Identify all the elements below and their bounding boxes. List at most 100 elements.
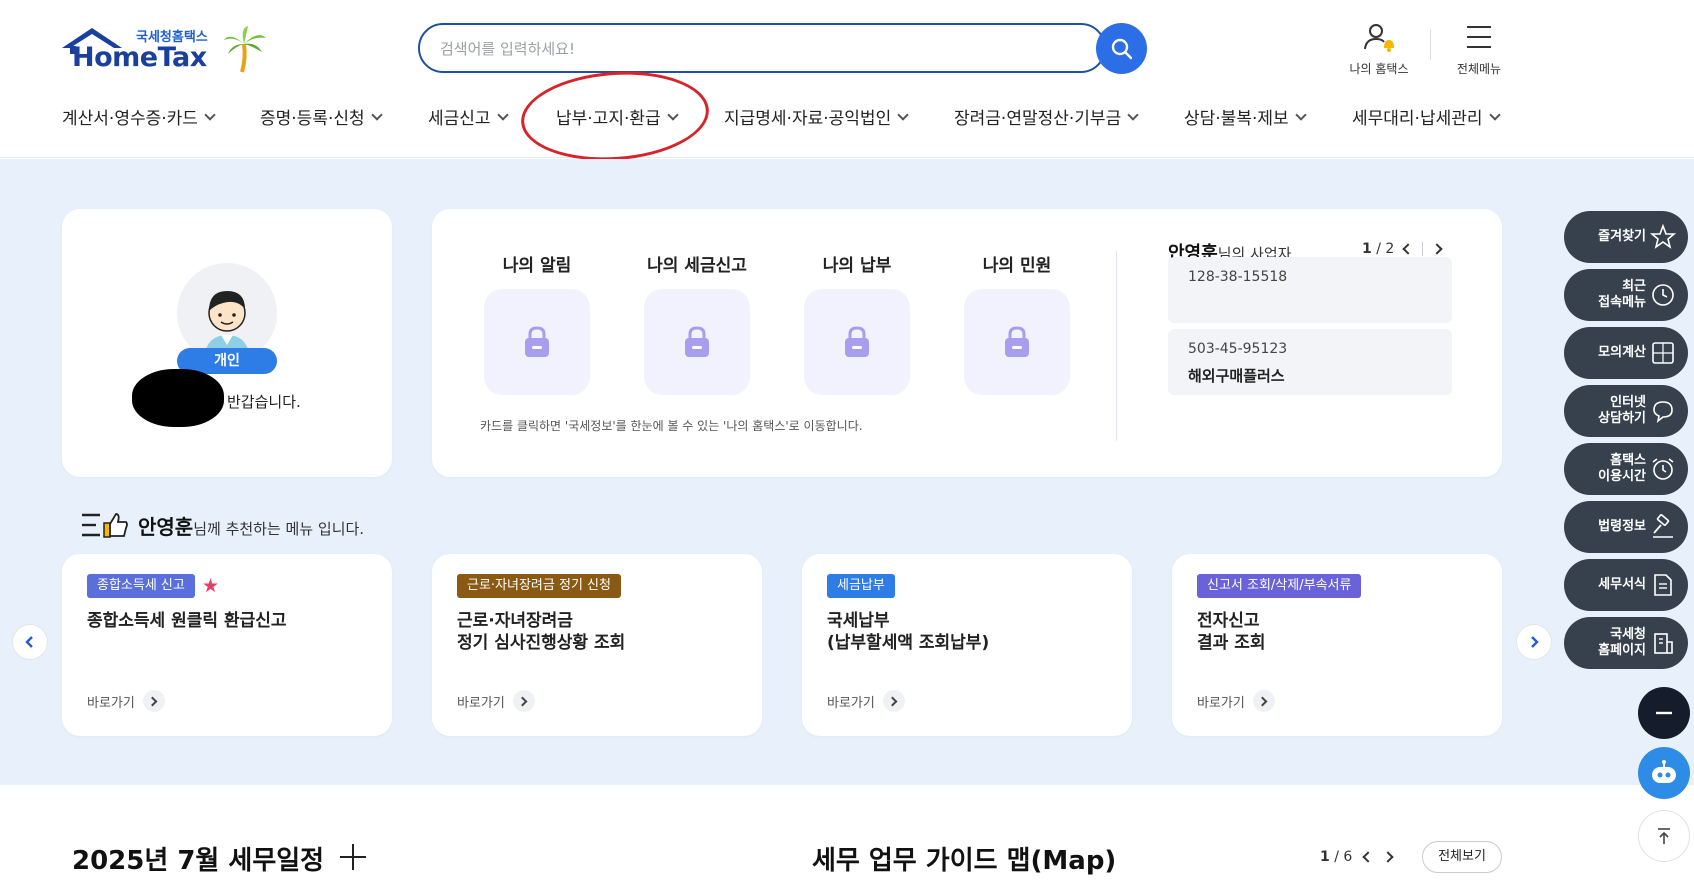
minus-icon xyxy=(1656,711,1672,715)
recommend-user-name: 안영훈 xyxy=(138,514,194,539)
nav-item-tax-agent[interactable]: 세무대리·납세관리 xyxy=(1352,104,1501,129)
search-button[interactable] xyxy=(1096,23,1147,74)
tax-schedule-title: 2025년 7월 세무일정 xyxy=(72,846,325,876)
chatbot-button[interactable] xyxy=(1638,747,1690,799)
goto-link[interactable]: 바로가기 xyxy=(1197,690,1275,712)
quick-menu-nts-homepage[interactable]: 국세청 홈페이지 xyxy=(1564,617,1688,669)
search-bar xyxy=(418,23,1106,73)
clock-icon xyxy=(1652,284,1674,306)
building-icon xyxy=(1654,633,1673,654)
lock-icon xyxy=(845,326,869,357)
chevron-right-icon[interactable] xyxy=(1382,851,1394,863)
business-number: 503-45-95123 xyxy=(1188,341,1288,357)
quick-menu-consult[interactable]: 인터넷 상담하기 xyxy=(1564,385,1688,437)
view-all-button[interactable]: 전체보기 xyxy=(1422,841,1502,873)
service-title: 나의 납부 xyxy=(822,256,892,276)
service-card[interactable] xyxy=(484,289,590,395)
quick-menu-label: 법령정보 xyxy=(1598,519,1646,534)
service-my-notifications[interactable]: 나의 알림 xyxy=(482,251,592,395)
quick-menu-label: 최근 접속메뉴 xyxy=(1598,279,1646,310)
pager-text: 1 / 2 xyxy=(1362,241,1394,257)
main-navigation: 계산서·영수증·카드 증명·등록·신청 세금신고 납부·고지·환급 지급명세·자… xyxy=(0,100,1694,134)
recommend-card[interactable]: 종합소득세 신고 ★ 종합소득세 원클릭 환급신고 바로가기 xyxy=(62,554,392,736)
service-card[interactable] xyxy=(964,289,1070,395)
alarm-icon xyxy=(1652,458,1674,480)
business-item[interactable]: 128-38-15518 xyxy=(1168,257,1452,323)
pager-current: 1 xyxy=(1362,241,1372,257)
service-my-tax-filing[interactable]: 나의 세금신고 xyxy=(642,251,752,395)
nav-item-payment-statements[interactable]: 지급명세·자료·공익법인 xyxy=(724,104,909,129)
thumbs-up-list-icon xyxy=(82,513,128,538)
carousel-next-button[interactable] xyxy=(1516,624,1552,660)
service-card[interactable] xyxy=(644,289,750,395)
site-header: 국세청홈택스 HomeTax 나의 홈택스 xyxy=(0,0,1694,167)
chevron-down-icon xyxy=(666,108,679,121)
recommend-card-title: 국세납부 (납부할세액 조회납부) xyxy=(827,611,990,653)
chevron-right-icon xyxy=(512,690,535,712)
recommend-tag: 종합소득세 신고 xyxy=(87,574,195,598)
greeting-text: 반갑습니다. xyxy=(227,393,301,411)
chevron-left-icon[interactable] xyxy=(1362,851,1374,863)
chevron-down-icon xyxy=(496,108,509,121)
collapse-quick-menu-button[interactable] xyxy=(1638,687,1690,739)
favorite-star-icon[interactable]: ★ xyxy=(202,574,219,598)
nav-item-invoices[interactable]: 계산서·영수증·카드 xyxy=(62,104,216,129)
profile-card: 개인 반갑습니다. xyxy=(62,209,392,477)
scroll-top-button[interactable] xyxy=(1638,810,1690,862)
nav-item-payment[interactable]: 납부·고지·환급 xyxy=(556,104,679,129)
chevron-right-icon xyxy=(142,690,165,712)
chevron-right-icon xyxy=(1531,636,1539,648)
quick-menu-service-hours[interactable]: 홈택스 이용시간 xyxy=(1564,443,1688,495)
goto-link[interactable]: 바로가기 xyxy=(457,690,535,712)
guide-map-title: 세무 업무 가이드 맵(Map) xyxy=(812,846,1117,876)
quick-menu-recent[interactable]: 최근 접속메뉴 xyxy=(1564,269,1688,321)
lock-icon xyxy=(685,326,709,357)
recommend-card-title: 근로·자녀장려금 정기 심사진행상황 조회 xyxy=(457,611,626,653)
recommend-card[interactable]: 세금납부 국세납부 (납부할세액 조회납부) 바로가기 xyxy=(802,554,1132,736)
my-hometax-button[interactable]: 나의 홈택스 xyxy=(1334,22,1424,77)
recommend-card[interactable]: 신고서 조회/삭제/부속서류 전자신고 결과 조회 바로가기 xyxy=(1172,554,1502,736)
quick-menu-label: 즐겨찾기 xyxy=(1598,229,1646,244)
goto-link[interactable]: 바로가기 xyxy=(827,690,905,712)
service-card[interactable] xyxy=(804,289,910,395)
pager-current: 1 xyxy=(1320,849,1330,865)
quick-menu-calculator[interactable]: 모의계산 xyxy=(1564,327,1688,379)
business-number: 128-38-15518 xyxy=(1188,269,1288,285)
quick-menu-favorites[interactable]: 즐겨찾기 xyxy=(1564,211,1688,263)
quick-menu-label: 인터넷 상담하기 xyxy=(1598,395,1646,426)
goto-label: 바로가기 xyxy=(827,695,875,711)
chevron-right-icon[interactable] xyxy=(1431,243,1443,255)
nav-item-certificates[interactable]: 증명·등록·신청 xyxy=(260,104,383,129)
carousel-prev-button[interactable] xyxy=(12,624,48,660)
plus-icon[interactable] xyxy=(340,844,366,870)
search-input[interactable] xyxy=(440,36,1040,62)
redacted-name xyxy=(132,369,224,427)
recommend-heading: 안영훈님께 추천하는 메뉴 입니다. xyxy=(80,510,364,540)
nav-item-label: 증명·등록·신청 xyxy=(260,109,365,129)
all-menu-button[interactable]: 전체메뉴 xyxy=(1434,22,1524,77)
recommend-card-title: 전자신고 결과 조회 xyxy=(1197,611,1266,653)
services-note: 카드를 클릭하면 '국세정보'를 한눈에 볼 수 있는 '나의 홈택스'로 이동… xyxy=(480,419,863,433)
nav-item-label: 세금신고 xyxy=(428,109,491,129)
recommend-tag: 신고서 조회/삭제/부속서류 xyxy=(1197,574,1362,598)
chevron-left-icon[interactable] xyxy=(1402,243,1414,255)
nav-item-consultation[interactable]: 상담·불복·제보 xyxy=(1184,104,1307,129)
chevron-right-icon xyxy=(882,690,905,712)
my-services-card: 나의 알림 나의 세금신고 나의 납부 나의 민원 카드를 클릭하면 '국세정보… xyxy=(432,209,1502,477)
nav-item-tax-filing[interactable]: 세금신고 xyxy=(428,104,509,129)
service-my-civil-petitions[interactable]: 나의 민원 xyxy=(962,251,1072,395)
nav-item-label: 장려금·연말정산·기부금 xyxy=(954,109,1122,129)
service-title: 나의 알림 xyxy=(502,256,572,276)
star-icon xyxy=(1650,224,1676,249)
nav-item-incentives[interactable]: 장려금·연말정산·기부금 xyxy=(954,104,1139,129)
quick-menu-tax-forms[interactable]: 세무서식 xyxy=(1564,559,1688,611)
robot-icon xyxy=(1652,760,1676,783)
recommend-card[interactable]: 근로·자녀장려금 정기 신청 근로·자녀장려금 정기 심사진행상황 조회 바로가… xyxy=(432,554,762,736)
business-item[interactable]: 503-45-95123 해외구매플러스 xyxy=(1168,329,1452,395)
goto-link[interactable]: 바로가기 xyxy=(87,690,165,712)
quick-menu-law[interactable]: 법령정보 xyxy=(1564,501,1688,553)
nav-item-label: 세무대리·납세관리 xyxy=(1352,109,1483,129)
hometax-logo[interactable]: 국세청홈택스 HomeTax xyxy=(60,22,270,78)
palm-tree-icon xyxy=(224,26,266,73)
service-my-payment[interactable]: 나의 납부 xyxy=(802,251,912,395)
